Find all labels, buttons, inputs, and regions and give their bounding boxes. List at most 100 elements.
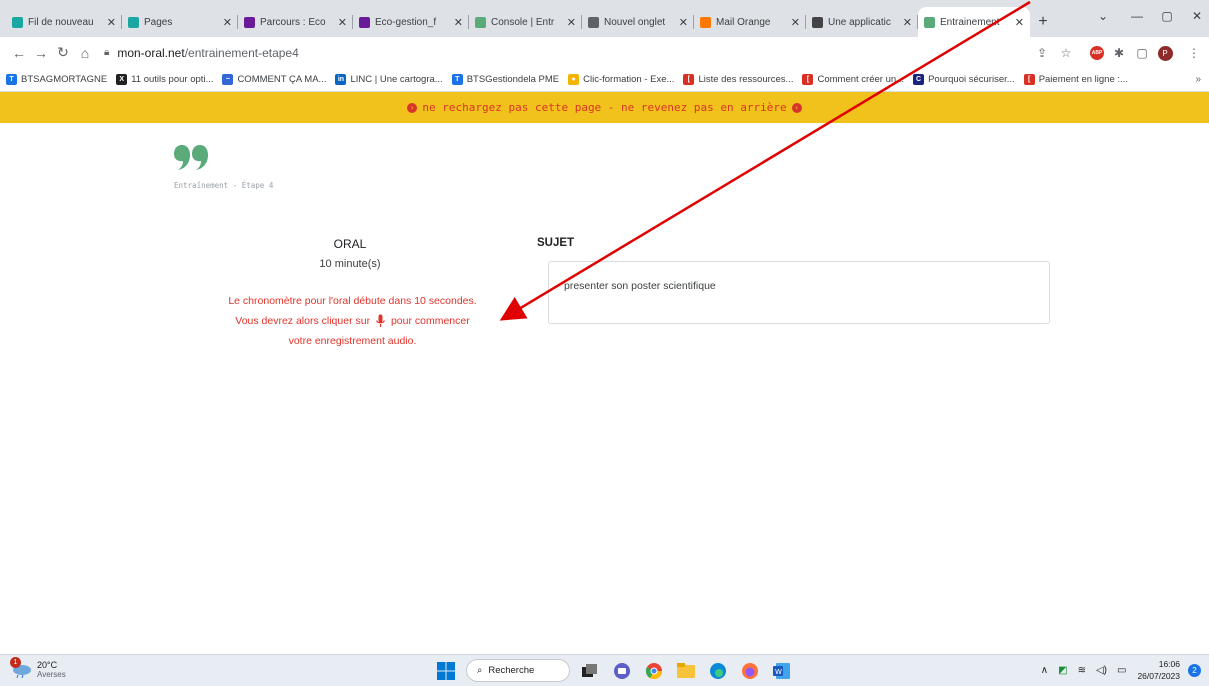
banner-text: ne rechargez pas cette page - ne revenez…	[422, 101, 787, 114]
quote-icon	[475, 16, 486, 28]
tab-close-icon[interactable]: ✕	[338, 16, 347, 29]
browser-tab[interactable]: Eco-gestion_f ✕	[353, 7, 469, 37]
tab-close-icon[interactable]: ✕	[223, 16, 232, 29]
quote-icon	[924, 16, 935, 28]
arrow-right-circle-icon: ›	[407, 102, 418, 113]
arrow-left-circle-icon: ‹	[791, 102, 802, 113]
m-icon	[244, 16, 255, 28]
windows-taskbar: 1 20°C Averses ⌕ Recherche W ∧ ◩ ≋ ◁) ▭ 1…	[0, 654, 1209, 686]
browser-tab[interactable]: Parcours : Eco ✕	[238, 7, 353, 37]
bookmarks-bar: T BTSAGMORTAGNE X 11 outils pour opti... ~ CO…	[0, 68, 1209, 92]
bookmark-item[interactable]: ~ COMMENT ÇA MA...	[222, 74, 326, 85]
chrome-icon[interactable]	[643, 660, 665, 682]
warning-line-1: Le chronomètre pour l'oral débute dans 1…	[228, 295, 477, 307]
browser-tab[interactable]: Console | Entr ✕	[469, 7, 582, 37]
tab-title: Nouvel onglet	[604, 16, 666, 28]
taskbar-clock[interactable]: 16:06 26/07/2023	[1137, 658, 1180, 682]
extensions-icon[interactable]: ✱	[1110, 44, 1128, 62]
bookmark-item[interactable]: C Pourquoi sécuriser...	[913, 74, 1015, 85]
tab-search-icon[interactable]: ⌄	[1088, 6, 1118, 26]
browser-tab[interactable]: Une applicatic ✕	[806, 7, 918, 37]
taskbar-search[interactable]: ⌕ Recherche	[466, 659, 570, 682]
browser-tab[interactable]: Pages ✕	[122, 7, 238, 37]
tab-title: Console | Entr	[491, 16, 555, 28]
bookmark-item[interactable]: T BTSAGMORTAGNE	[6, 74, 107, 85]
stage-label: Entraînement - Étape 4	[174, 181, 274, 190]
tab-close-icon[interactable]: ✕	[679, 16, 688, 29]
bookmark-item[interactable]: in LINC | Une cartogra...	[335, 74, 443, 85]
tray-app-icon[interactable]: ◩	[1058, 665, 1067, 676]
tab-title: Entrainement	[940, 16, 1000, 28]
weather-desc: Averses	[37, 669, 66, 679]
volume-icon[interactable]: ◁)	[1096, 665, 1107, 676]
menu-kebab-icon[interactable]: ⋮	[1185, 44, 1203, 62]
tab-title: Mail Orange	[716, 16, 771, 28]
browser-tab-strip: Fil de nouveau ✕ Pages ✕ Parcours : Eco ✕ Eco-…	[0, 0, 1209, 37]
bookmark-item[interactable]: [Comment créer un...	[802, 74, 904, 85]
forward-icon[interactable]: →	[30, 45, 52, 61]
task-view-icon[interactable]	[579, 660, 601, 682]
bookmarks-overflow-icon[interactable]: »	[1195, 74, 1201, 85]
edge-icon[interactable]	[707, 660, 729, 682]
browser-tab[interactable]: Mail Orange ✕	[694, 7, 806, 37]
bookmark-label: BTSGestiondela PME	[466, 74, 560, 85]
word-icon[interactable]: W	[771, 660, 793, 682]
system-tray: ∧ ◩ ≋ ◁) ▭ 16:06 26/07/2023 2	[1036, 658, 1201, 682]
tab-title: Parcours : Eco	[260, 16, 326, 28]
windows-start-icon[interactable]	[435, 660, 457, 682]
share-icon[interactable]: ⇪	[1033, 44, 1051, 62]
chrome-icon	[588, 16, 599, 28]
battery-icon[interactable]: ▭	[1117, 665, 1126, 676]
profile-avatar[interactable]: P	[1156, 44, 1174, 62]
page-icon	[12, 16, 23, 28]
m-icon	[359, 16, 370, 28]
weather-badge: 1	[10, 657, 21, 668]
home-icon[interactable]: ⌂	[74, 45, 96, 61]
back-icon[interactable]: ←	[8, 45, 30, 61]
window-close-button[interactable]: ✕	[1182, 6, 1209, 26]
tab-close-icon[interactable]: ✕	[1015, 16, 1024, 29]
url-path: /entrainement-etape4	[184, 45, 299, 60]
bookmark-item[interactable]: ● Clic-formation - Exe...	[568, 74, 674, 85]
address-bar[interactable]: 🔒︎ mon-oral.net/entrainement-etape4	[104, 46, 299, 60]
file-explorer-icon[interactable]	[675, 660, 697, 682]
bookmark-item[interactable]: [Paiement en ligne :...	[1023, 74, 1128, 85]
firefox-icon[interactable]	[739, 660, 761, 682]
bookmark-item[interactable]: [Liste des ressources...	[683, 74, 793, 85]
bookmark-favicon-icon: ●	[568, 74, 580, 85]
taskbar-apps: ⌕ Recherche W	[430, 659, 798, 682]
tab-close-icon[interactable]: ✕	[454, 16, 463, 29]
tab-title: Fil de nouveau	[28, 16, 94, 28]
tab-close-icon[interactable]: ✕	[791, 16, 800, 29]
bookmark-favicon-icon: C	[913, 74, 925, 85]
url-domain: mon-oral.net	[117, 45, 185, 60]
browser-tab[interactable]: Fil de nouveau ✕	[6, 7, 122, 37]
bookmark-item[interactable]: T BTSGestiondela PME	[451, 74, 560, 85]
sidepanel-icon[interactable]: ▢	[1133, 44, 1151, 62]
bookmark-item[interactable]: X 11 outils pour opti...	[116, 74, 213, 85]
browser-tab[interactable]: Entrainement ✕	[918, 7, 1030, 37]
weather-widget[interactable]: 1 20°C Averses	[10, 657, 66, 679]
warning-line-3: votre enregistrement audio.	[288, 335, 417, 347]
tab-close-icon[interactable]: ✕	[567, 16, 576, 29]
restore-button[interactable]: ▢	[1152, 6, 1182, 26]
bookmark-star-icon[interactable]: ☆	[1057, 44, 1075, 62]
notification-badge[interactable]: 2	[1188, 663, 1201, 677]
adblock-icon[interactable]: ABP	[1088, 44, 1106, 62]
bookmark-favicon-icon: X	[116, 74, 128, 85]
reload-icon[interactable]: ↻	[52, 44, 74, 61]
browser-tab[interactable]: Nouvel onglet ✕	[582, 7, 694, 37]
tab-close-icon[interactable]: ✕	[107, 16, 116, 29]
minimize-button[interactable]: —	[1122, 6, 1152, 26]
new-tab-button[interactable]: +	[1030, 7, 1056, 37]
app-icon	[812, 16, 823, 28]
sujet-text-box: presenter son poster scientifique	[548, 261, 1050, 324]
tray-overflow-icon[interactable]: ∧	[1041, 665, 1048, 676]
clock-time: 16:06	[1158, 659, 1180, 669]
tab-close-icon[interactable]: ✕	[903, 16, 912, 29]
teams-chat-icon[interactable]	[611, 660, 633, 682]
mon-oral-logo	[174, 145, 208, 170]
wifi-icon[interactable]: ≋	[1078, 665, 1086, 676]
weather-icon: 1	[10, 657, 32, 679]
bookmark-label: Pourquoi sécuriser...	[928, 74, 1015, 85]
